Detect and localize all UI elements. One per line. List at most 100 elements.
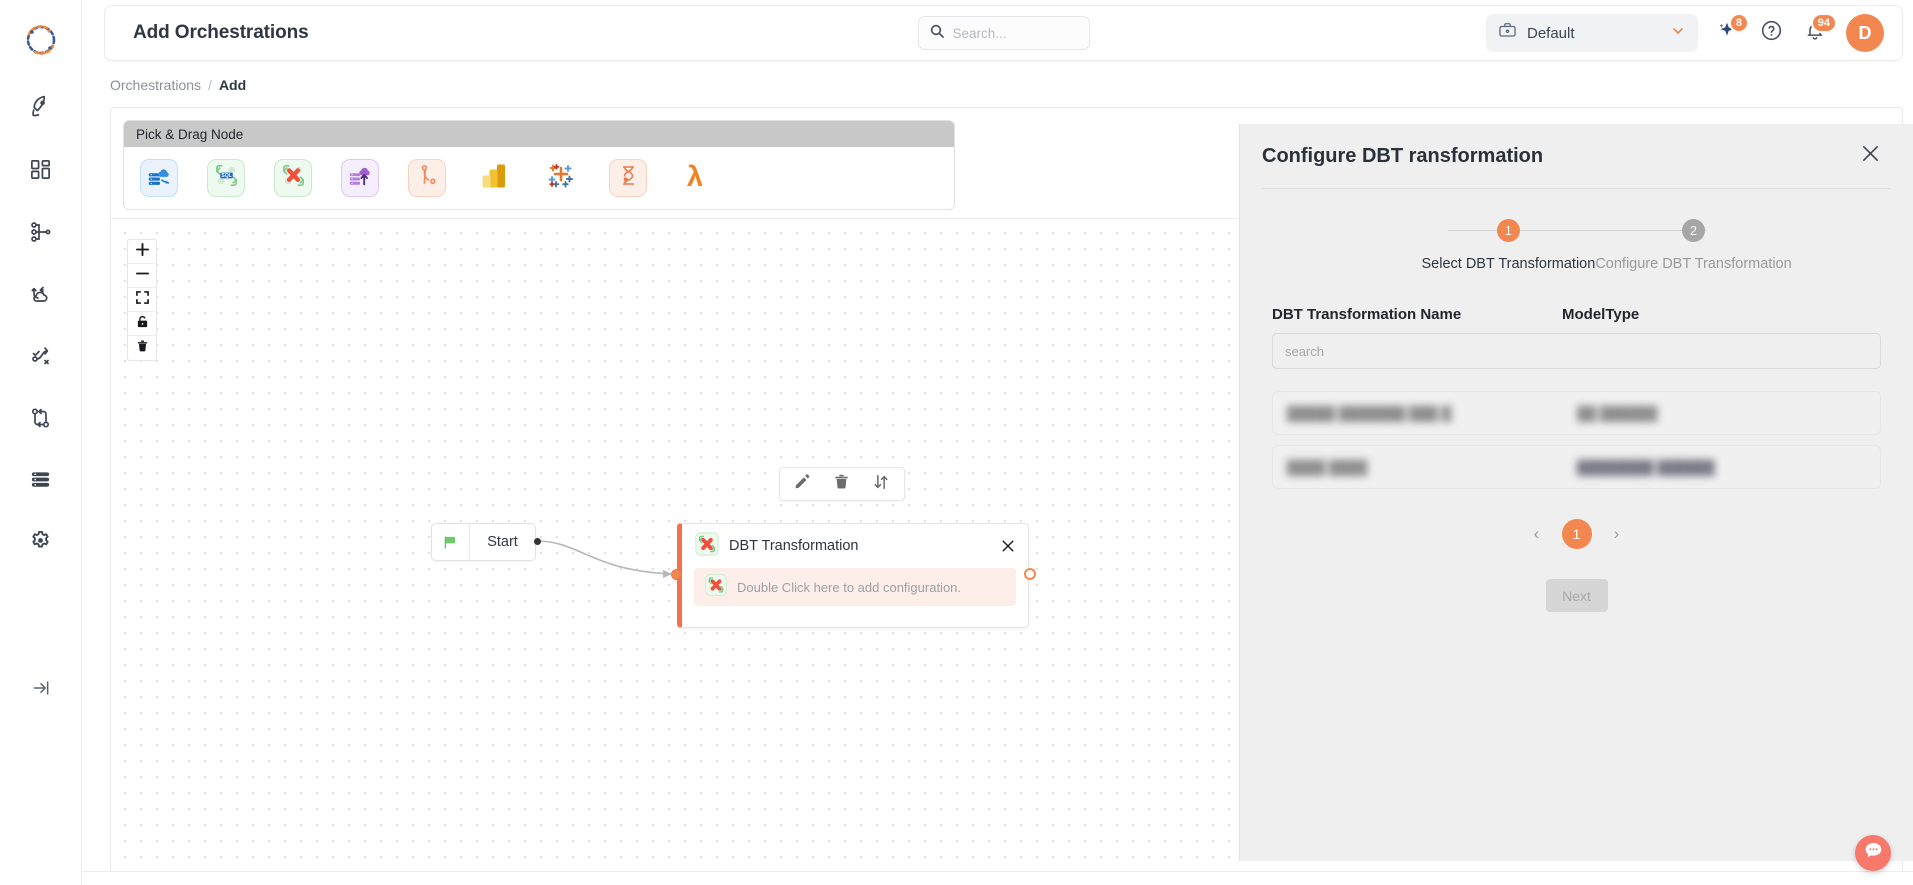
palette-node-tableau[interactable] [542,159,580,197]
palette-node-aws-lambda[interactable]: λ [676,159,714,197]
sidebar-item-pipelines[interactable] [19,212,63,256]
lock-button[interactable] [128,312,156,336]
row-0-name: █████ ███████ ███ █ [1287,405,1452,421]
configure-dbt-panel: Configure DBT ransformation 1 Select DBT… [1239,124,1913,861]
dbt-node-output-port[interactable] [1024,568,1036,580]
avatar[interactable]: D [1846,14,1884,52]
table-row[interactable]: █████ ███████ ███ █ ██ ██████ [1272,391,1881,435]
palette-node-informatica[interactable] [609,159,647,197]
transformation-search-input[interactable] [1285,343,1868,359]
reorder-node-button[interactable] [872,473,890,496]
notification-badge: 94 [1810,13,1837,33]
help-button[interactable] [1756,18,1786,48]
palette-node-airflow[interactable] [408,159,446,197]
next-button[interactable]: Next [1545,579,1608,612]
main-area: Add Orchestrations Search... Default 8 9… [82,0,1913,885]
workspace-selector[interactable]: Default [1486,14,1698,52]
step-1-label: Select DBT Transformation [1421,256,1596,272]
search-icon [929,23,945,44]
app-logo[interactable] [17,16,65,64]
palette-node-dbt-transformation[interactable] [274,159,312,197]
cloud-sync-icon [29,282,53,311]
dbt-logo-icon [704,573,728,602]
minus-icon [135,267,149,285]
dbt-node-config-placeholder: Double Click here to add configuration. [737,579,962,595]
pagination-next-button[interactable]: › [1606,523,1628,545]
route-path-icon [29,344,53,373]
rocket-icon [28,95,53,125]
panel-header: Configure DBT ransformation [1240,124,1913,188]
swap-arrows-icon [872,473,890,496]
chevron-down-icon [1670,23,1686,44]
row-1-name: ████ ████ [1287,459,1368,475]
delete-all-button[interactable] [128,336,156,360]
panel-title: Configure DBT ransformation [1262,144,1544,167]
chat-support-button[interactable] [1855,835,1891,871]
row-0-modeltype: ██ ██████ [1577,405,1658,421]
global-search[interactable] [917,16,1090,50]
step-select-dbt-transformation[interactable]: 1 Select DBT Transformation [1421,219,1596,272]
transformation-rows: █████ ███████ ███ █ ██ ██████ ████ ████ … [1272,391,1881,489]
trash-icon [833,473,850,495]
notifications-button[interactable]: 94 [1800,13,1837,48]
start-node-output-port[interactable] [534,538,541,545]
top-header-bar: Add Orchestrations Search... Default 8 9… [104,5,1903,61]
sidebar-item-routes[interactable] [19,336,63,380]
search-input[interactable] [952,25,1079,41]
gear-icon [28,529,53,559]
sidebar-collapse-button[interactable] [24,673,58,707]
start-node[interactable]: Start [431,523,536,561]
palette-node-data-lake-ingest[interactable] [140,159,178,197]
svg-text:SQL: SQL [221,173,231,179]
sidebar-item-orchestrations[interactable] [19,398,63,442]
palette-title: Pick & Drag Node [124,121,954,147]
breadcrumb-root[interactable]: Orchestrations [110,77,201,93]
dbt-node-title: DBT Transformation [729,538,859,554]
svg-text:λ: λ [687,161,703,193]
sidebar-item-rocket[interactable] [19,88,63,132]
workspace-label: Default [1527,24,1575,42]
pagination-prev-button[interactable]: ‹ [1526,523,1548,545]
sidebar-item-dashboard[interactable] [19,150,63,194]
left-sidebar [0,0,82,885]
step-configure-dbt-transformation[interactable]: 2 Configure DBT Transformation [1595,219,1792,272]
panel-close-button[interactable] [1860,143,1881,169]
delete-node-button[interactable] [833,473,850,495]
airflow-icon [415,163,440,193]
transformation-search[interactable] [1272,333,1881,369]
table-row[interactable]: ████ ████ ████████ ██████ [1272,445,1881,489]
zoom-out-button[interactable] [128,264,156,288]
sql-badge-icon: SQL [213,162,240,194]
header-actions: Default 8 94 D [1486,13,1884,52]
sidebar-item-datasets[interactable] [19,460,63,504]
page-title: Add Orchestrations [133,22,309,43]
zoom-in-button[interactable] [128,240,156,264]
help-circle-icon [1760,19,1783,47]
green-flag-icon [432,524,470,560]
database-upload-icon [347,163,373,194]
dbt-node-close-button[interactable] [1000,538,1016,554]
trash-icon [136,339,149,357]
dbt-node-config-slot[interactable]: Double Click here to add configuration. [694,568,1016,606]
ai-assistant-button[interactable]: 8 [1712,13,1749,48]
dbt-node-input-port[interactable] [671,569,682,580]
sidebar-item-sync[interactable] [19,274,63,318]
palette-node-power-bi[interactable] [475,159,513,197]
pencil-icon [794,473,811,495]
dbt-logo-icon [280,162,307,194]
app-root: Add Orchestrations Search... Default 8 9… [0,0,1913,885]
fit-view-button[interactable] [128,288,156,312]
step-2-dot: 2 [1682,219,1705,242]
canvas-zoom-controls [127,239,157,361]
server-stack-icon [29,468,52,496]
grid-squares-icon [29,158,52,186]
table-header-row: DBT Transformation Name ModelType [1272,306,1881,323]
dbt-logo-icon [694,531,720,562]
dbt-transformation-node[interactable]: DBT Transformation Double Click here to … [677,523,1029,628]
edit-node-button[interactable] [794,473,811,495]
pagination-page-1[interactable]: 1 [1561,519,1592,549]
palette-node-cloud-upload[interactable] [341,159,379,197]
palette-node-sql-transform[interactable]: SQL [207,159,245,197]
hourglass-icon [616,163,641,193]
sidebar-item-settings[interactable] [19,522,63,566]
